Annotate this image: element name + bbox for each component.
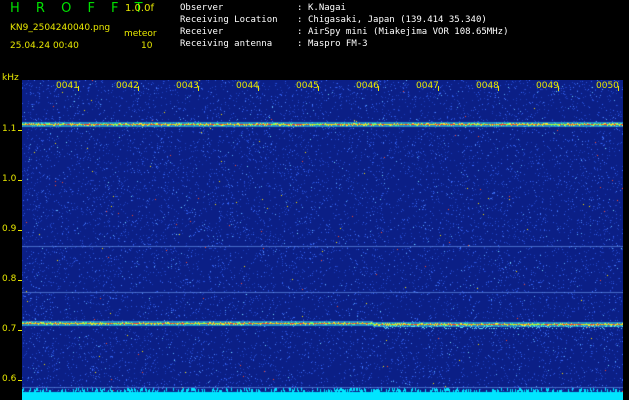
x-tick-mark [378, 86, 379, 91]
info-row-receiver: Receiver: AirSpy mini (Miakejima VOR 108.… [180, 27, 508, 37]
x-tick-mark [258, 86, 259, 91]
info-label: Observer [180, 3, 224, 13]
info-label: Receiver [180, 27, 224, 37]
info-value: AirSpy mini (Miakejima VOR 108.65MHz) [308, 27, 509, 37]
x-tick-mark [78, 86, 79, 91]
y-tick-mark [18, 130, 22, 131]
x-tick-mark [498, 86, 499, 91]
y-tick-label: 0.8 [2, 274, 17, 284]
info-row-location: Receiving Location: Chigasaki, Japan (139… [180, 15, 487, 25]
x-tick-label: 0043 [176, 81, 199, 91]
y-tick-mark [18, 180, 22, 181]
y-tick-mark [18, 380, 22, 381]
info-label: Receiving Location [180, 15, 278, 25]
info-value: Chigasaki, Japan (139.414 35.340) [308, 15, 487, 25]
y-tick-label: 0.9 [2, 224, 17, 234]
y-tick-label: 0.6 [2, 374, 17, 384]
x-tick-mark [198, 86, 199, 91]
y-tick-mark [18, 280, 22, 281]
info-row-antenna: Receiving antenna: Maspro FM-3 [180, 39, 368, 49]
x-tick-mark [438, 86, 439, 91]
spectrogram-plot [22, 80, 623, 400]
info-value: Maspro FM-3 [308, 39, 368, 49]
x-tick-label: 0041 [56, 81, 79, 91]
y-tick-mark [18, 330, 22, 331]
info-row-observer: Observer: K.Nagai [180, 3, 346, 13]
file-name: KN9_2504240040.png [10, 23, 111, 33]
info-separator: : [297, 27, 303, 37]
x-tick-label: 0050 [596, 81, 619, 91]
x-tick-mark [558, 86, 559, 91]
info-separator: : [297, 3, 303, 13]
info-value: K.Nagai [308, 3, 346, 13]
x-tick-label: 0048 [476, 81, 499, 91]
y-tick-mark [18, 230, 22, 231]
info-label: Receiving antenna [180, 39, 273, 49]
x-tick-label: 0047 [416, 81, 439, 91]
mode-value: 10 [141, 41, 153, 51]
x-tick-label: 0045 [296, 81, 319, 91]
y-axis-unit: kHz [2, 73, 19, 83]
y-tick-label: 1.0 [2, 174, 17, 184]
info-separator: : [297, 39, 303, 49]
spectrogram-canvas [22, 80, 623, 400]
mode-label: meteor [124, 29, 157, 39]
x-tick-mark [318, 86, 319, 91]
timestamp: 25.04.24 00:40 [10, 41, 79, 51]
app-version: 1.0.0f [125, 3, 154, 14]
y-tick-label: 0.7 [2, 324, 17, 334]
x-tick-label: 0042 [116, 81, 139, 91]
info-separator: : [297, 15, 303, 25]
x-tick-mark [618, 86, 619, 91]
y-tick-label: 1.1 [2, 124, 17, 134]
x-tick-label: 0046 [356, 81, 379, 91]
x-tick-mark [138, 86, 139, 91]
x-tick-label: 0044 [236, 81, 259, 91]
x-tick-label: 0049 [536, 81, 559, 91]
